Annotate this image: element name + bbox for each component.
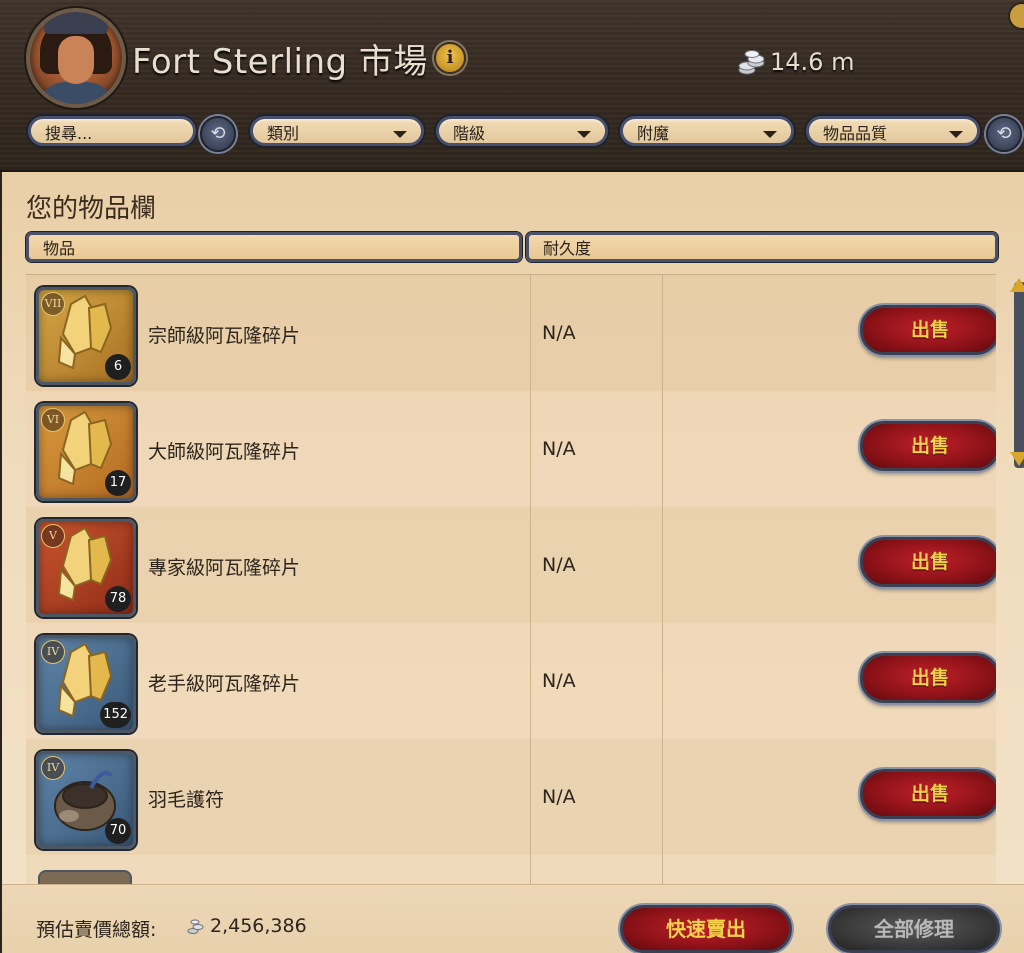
- total-label: 預估賣價總額:: [36, 919, 157, 941]
- quick-sell-button[interactable]: 快速賣出: [620, 905, 792, 953]
- scrollbar[interactable]: [1014, 282, 1024, 468]
- list-item[interactable]: VI 17 大師級阿瓦隆碎片 N/A 出售: [26, 391, 996, 507]
- sell-button[interactable]: 出售: [860, 305, 996, 355]
- search-input[interactable]: 搜尋...: [28, 116, 196, 146]
- item-name: 羽毛護符: [148, 789, 225, 811]
- tier-badge: V: [41, 524, 65, 548]
- silver-coins-icon: [738, 50, 765, 75]
- market-title: Fort Sterling 市場: [132, 42, 428, 82]
- avalon-shard-icon[interactable]: VII 6: [36, 287, 136, 385]
- tier-badge: VII: [41, 292, 65, 316]
- chevron-down-icon: [949, 131, 963, 138]
- avalon-shard-icon[interactable]: V 78: [36, 519, 136, 617]
- reset-search-icon[interactable]: ⟲: [200, 116, 236, 152]
- item-name: 老手級阿瓦隆碎片: [148, 673, 301, 695]
- quantity-badge: 17: [105, 470, 131, 496]
- chevron-down-icon: [393, 131, 407, 138]
- market-header: Fort Sterling 市場 i 14.6 m 搜尋... ⟲ 類別 階級 …: [0, 0, 1024, 173]
- category-label: 類別: [267, 124, 300, 143]
- close-icon[interactable]: [1008, 2, 1024, 30]
- list-item[interactable]: [26, 855, 996, 885]
- item-durability: N/A: [542, 670, 576, 692]
- quantity-badge: 70: [105, 818, 131, 844]
- inventory-list: VII 6 宗師級阿瓦隆碎片 N/A 出售 VI 17 大師級阿瓦隆碎片 N/A…: [26, 274, 996, 885]
- quantity-badge: 78: [105, 586, 131, 612]
- list-item[interactable]: VII 6 宗師級阿瓦隆碎片 N/A 出售: [26, 275, 996, 391]
- tier-label: 階級: [453, 124, 486, 143]
- category-dropdown[interactable]: 類別: [250, 116, 424, 146]
- tier-badge: VI: [41, 408, 65, 432]
- column-divider: [530, 275, 531, 885]
- item-durability: N/A: [542, 438, 576, 460]
- column-header-item[interactable]: 物品: [26, 232, 522, 262]
- tier-dropdown[interactable]: 階級: [436, 116, 608, 146]
- silver-amount: 14.6 m: [770, 48, 855, 76]
- item-durability: N/A: [542, 322, 576, 344]
- scroll-up-icon[interactable]: [1010, 278, 1024, 292]
- list-item[interactable]: V 78 專家級阿瓦隆碎片 N/A 出售: [26, 507, 996, 623]
- item-name: 專家級阿瓦隆碎片: [148, 557, 301, 579]
- chevron-down-icon: [763, 131, 777, 138]
- enchantment-label: 附魔: [637, 124, 670, 143]
- item-name: 宗師級阿瓦隆碎片: [148, 325, 301, 347]
- quantity-badge: 152: [100, 702, 131, 728]
- sell-button[interactable]: 出售: [860, 421, 996, 471]
- list-item[interactable]: IV 70 羽毛護符 N/A 出售: [26, 739, 996, 855]
- inventory-panel: 您的物品欄 物品 耐久度 VII 6 宗師級阿瓦隆碎片 N/A 出售 VI 17…: [0, 172, 1024, 953]
- total-value: 2,456,386: [210, 915, 307, 937]
- item-durability: N/A: [542, 786, 576, 808]
- repair-all-button[interactable]: 全部修理: [828, 905, 1000, 953]
- column-divider: [662, 275, 663, 885]
- quantity-badge: 6: [105, 354, 131, 380]
- tier-badge: IV: [41, 756, 65, 780]
- reset-filters-icon[interactable]: ⟲: [986, 116, 1022, 152]
- column-header-durability[interactable]: 耐久度: [526, 232, 998, 262]
- avalon-shard-icon[interactable]: VI 17: [36, 403, 136, 501]
- scroll-down-icon[interactable]: [1010, 452, 1024, 466]
- item-name: 大師級阿瓦隆碎片: [148, 441, 301, 463]
- sell-button[interactable]: 出售: [860, 653, 996, 703]
- silver-coins-icon: [187, 919, 204, 934]
- avatar[interactable]: [26, 8, 126, 108]
- chevron-down-icon: [577, 131, 591, 138]
- tier-badge: IV: [41, 640, 65, 664]
- avalon-shard-icon[interactable]: IV 152: [36, 635, 136, 733]
- item-durability: N/A: [542, 554, 576, 576]
- quality-label: 物品品質: [823, 124, 888, 143]
- info-icon[interactable]: i: [434, 42, 466, 74]
- quality-dropdown[interactable]: 物品品質: [806, 116, 980, 146]
- panel-title: 您的物品欄: [26, 194, 157, 224]
- list-item[interactable]: IV 152 老手級阿瓦隆碎片 N/A 出售: [26, 623, 996, 739]
- footer: 預估賣價總額: 2,456,386 快速賣出 全部修理: [2, 884, 1024, 953]
- feather-charm-icon[interactable]: IV 70: [36, 751, 136, 849]
- sell-button[interactable]: 出售: [860, 769, 996, 819]
- enchantment-dropdown[interactable]: 附魔: [620, 116, 794, 146]
- sell-button[interactable]: 出售: [860, 537, 996, 587]
